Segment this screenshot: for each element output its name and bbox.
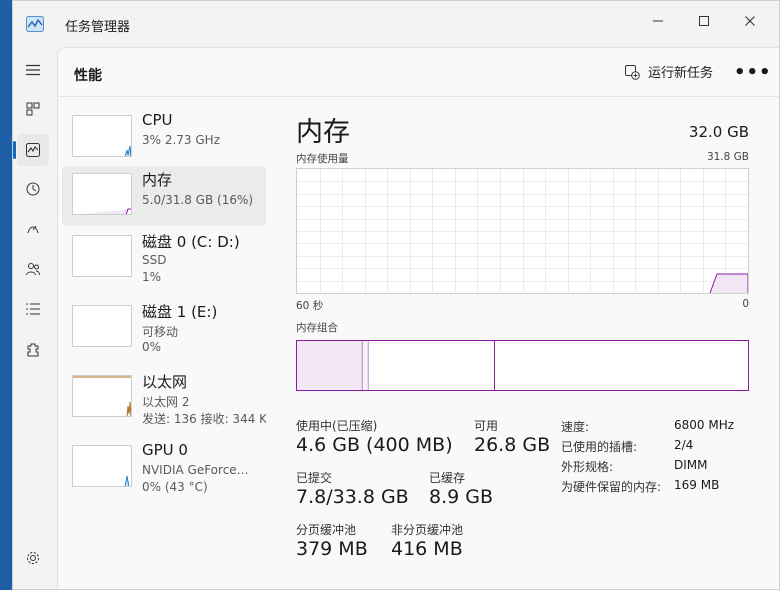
close-button[interactable]: [727, 6, 773, 36]
more-options-button[interactable]: •••: [734, 62, 772, 83]
slots-used-value: 2/4: [674, 438, 694, 452]
sidebar-item-gpu-0[interactable]: GPU 0 NVIDIA GeForce… 0% (43 °C): [62, 438, 266, 498]
page-title: 性能: [74, 68, 102, 84]
sidebar-item-name: CPU: [142, 111, 173, 129]
slots-used-key: 已使用的插槽:: [561, 440, 638, 454]
sidebar-item-detail: 5.0/31.8 GB (16%): [142, 193, 254, 207]
sidebar-item-detail: 3% 2.73 GHz: [142, 133, 221, 147]
nonpaged-pool-label: 非分页缓冲池: [391, 523, 464, 537]
committed-label: 已提交: [296, 471, 333, 485]
memory-usage-max: 31.8 GB: [706, 151, 749, 163]
disk-0-thumbnail-graph: [72, 235, 132, 277]
cached-label: 已缓存: [429, 471, 466, 485]
in-use-value: 4.6 GB (400 MB): [296, 434, 453, 456]
cpu-thumbnail-graph: [72, 115, 132, 157]
sidebar-item-name: 磁盘 0 (C: D:): [142, 233, 240, 251]
sidebar-item-name: 内存: [142, 171, 173, 189]
sidebar-item-detail: 以太网 2: [142, 395, 190, 409]
maximize-button[interactable]: [681, 6, 727, 36]
disk-1-thumbnail-graph: [72, 305, 132, 347]
minimize-button[interactable]: [635, 6, 681, 36]
hamburger-menu-icon[interactable]: [17, 54, 49, 86]
details-icon[interactable]: [17, 293, 49, 325]
hardware-reserved-key: 为硬件保留的内存:: [561, 480, 662, 494]
memory-composition-label: 内存组合: [296, 322, 338, 334]
form-factor-key: 外形规格:: [561, 460, 614, 474]
settings-gear-icon[interactable]: [17, 542, 49, 574]
sidebar-item-ethernet[interactable]: 以太网 以太网 2 发送: 136 接收: 344 Kbps: [62, 368, 266, 428]
run-new-task-label: 运行新任务: [648, 66, 714, 81]
form-factor-value: DIMM: [674, 458, 708, 472]
hardware-reserved-value: 169 MB: [674, 478, 720, 492]
memory-composition-bar: [296, 340, 749, 391]
task-manager-app-icon: [26, 16, 44, 32]
users-icon[interactable]: [17, 253, 49, 285]
paged-pool-value: 379 MB: [296, 538, 368, 560]
available-value: 26.8 GB: [474, 434, 551, 456]
memory-total: 32.0 GB: [688, 123, 749, 141]
graph-axis-right-label: 0: [742, 298, 749, 310]
speed-value: 6800 MHz: [674, 418, 735, 432]
cached-value: 8.9 GB: [429, 486, 494, 508]
graph-axis-left-label: 60 秒: [296, 300, 324, 312]
title-bar: 任务管理器: [13, 1, 779, 47]
sidebar-item-name: GPU 0: [142, 441, 188, 459]
sidebar-item-usage: 0%: [142, 340, 162, 354]
sidebar-item-detail: NVIDIA GeForce…: [142, 463, 249, 477]
paged-pool-label: 分页缓冲池: [296, 523, 357, 537]
active-nav-indicator: [13, 141, 16, 159]
sidebar-item-cpu[interactable]: CPU 3% 2.73 GHz: [62, 108, 266, 168]
committed-value: 7.8/33.8 GB: [296, 486, 409, 508]
processes-icon[interactable]: [17, 93, 49, 125]
run-new-task-button[interactable]: 运行新任务: [624, 62, 713, 81]
run-task-icon: [625, 64, 640, 80]
memory-usage-graph: [296, 168, 749, 294]
in-use-label: 使用中(已压缩): [296, 419, 378, 433]
memory-title: 内存: [296, 117, 350, 148]
content-pane: 性能 运行新任务 ••• CPU 3% 2.73 GHz 内存 5.0/31.8…: [57, 47, 779, 589]
sidebar-item-throughput: 发送: 136 接收: 344 Kbps: [142, 412, 266, 426]
app-history-icon[interactable]: [17, 173, 49, 205]
composition-modified-segment: [362, 341, 369, 390]
memory-thumbnail-graph: [72, 173, 132, 215]
composition-in-use-segment: [297, 341, 363, 390]
sidebar-item-disk-0[interactable]: 磁盘 0 (C: D:) SSD 1%: [62, 228, 266, 288]
window-title: 任务管理器: [65, 20, 131, 35]
startup-apps-icon[interactable]: [17, 213, 49, 245]
sidebar-item-name: 磁盘 1 (E:): [142, 303, 218, 321]
sidebar-item-memory[interactable]: 内存 5.0/31.8 GB (16%): [62, 166, 266, 226]
available-label: 可用: [474, 419, 499, 433]
sidebar-item-name: 以太网: [142, 373, 188, 391]
sidebar-item-usage: 0% (43 °C): [142, 480, 208, 494]
sidebar-item-detail: SSD: [142, 253, 167, 267]
header-divider: [58, 96, 779, 97]
nonpaged-pool-value: 416 MB: [391, 538, 463, 560]
services-icon[interactable]: [17, 334, 49, 366]
memory-usage-line: [709, 273, 749, 294]
ethernet-thumbnail-graph: [72, 375, 132, 417]
speed-key: 速度:: [561, 420, 590, 434]
sidebar-item-detail: 可移动: [142, 325, 179, 339]
sidebar-item-disk-1[interactable]: 磁盘 1 (E:) 可移动 0%: [62, 298, 266, 358]
task-manager-window: 任务管理器 性能 运行新任务 ••• CPU 3% 2.73 GHz 内存 5.…: [12, 0, 780, 590]
performance-icon[interactable]: [17, 134, 49, 166]
sidebar-item-usage: 1%: [142, 270, 162, 284]
memory-usage-label: 内存使用量: [296, 153, 349, 165]
gpu-thumbnail-graph: [72, 445, 132, 487]
